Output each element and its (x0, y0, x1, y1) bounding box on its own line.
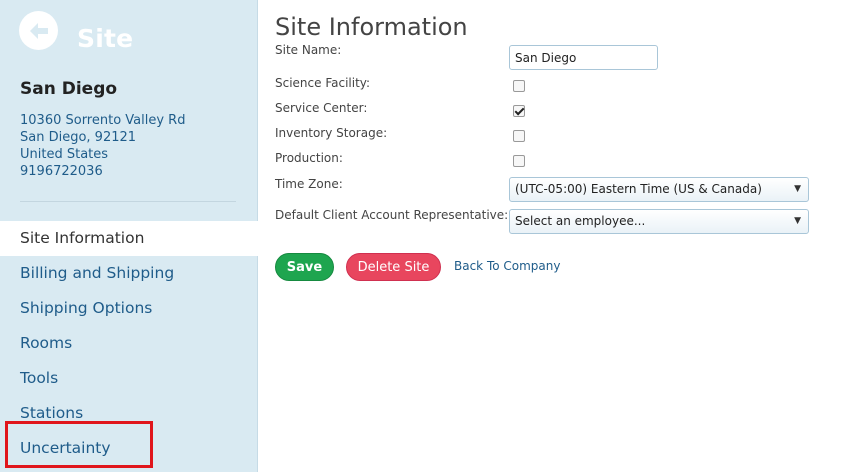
inventory-storage-label: Inventory Storage: (275, 126, 388, 140)
site-name: San Diego (20, 79, 118, 99)
delete-site-button[interactable]: Delete Site (346, 253, 441, 281)
time-zone-value: (UTC-05:00) Eastern Time (US & Canada) (515, 182, 762, 196)
time-zone-select[interactable]: (UTC-05:00) Eastern Time (US & Canada) ▼ (509, 177, 809, 202)
back-to-company-link[interactable]: Back To Company (454, 259, 560, 273)
science-facility-checkbox[interactable] (513, 80, 525, 92)
production-checkbox[interactable] (513, 155, 525, 167)
sidebar-divider (20, 201, 236, 202)
main-content: Site Information Site Name: Science Faci… (275, 0, 835, 472)
sidebar-item-rooms[interactable]: Rooms (0, 326, 258, 361)
account-rep-value: Select an employee... (515, 214, 646, 228)
highlight-box (5, 421, 153, 468)
time-zone-label: Time Zone: (275, 177, 343, 191)
arrow-left-icon (29, 22, 48, 39)
inventory-storage-checkbox[interactable] (513, 130, 525, 142)
sidebar-item-site-information[interactable]: Site Information (0, 221, 259, 256)
site-address: 10360 Sorrento Valley Rd San Diego, 9212… (20, 112, 185, 180)
page-title: Site Information (275, 13, 468, 41)
account-rep-select[interactable]: Select an employee... ▼ (509, 209, 809, 234)
address-line-city: San Diego, 92121 (20, 130, 137, 145)
sidebar-item-tools[interactable]: Tools (0, 361, 258, 396)
address-line-country: United States (20, 147, 109, 162)
address-line-phone: 9196722036 (20, 164, 103, 179)
site-name-input[interactable] (509, 45, 658, 70)
science-facility-label: Science Facility: (275, 76, 371, 90)
caret-down-icon: ▼ (794, 184, 801, 194)
production-label: Production: (275, 151, 343, 165)
site-name-label: Site Name: (275, 43, 342, 57)
account-rep-label: Default Client Account Representative: (275, 208, 509, 222)
sidebar-title: Site (77, 24, 134, 53)
service-center-label: Service Center: (275, 101, 368, 115)
sidebar: Site San Diego 10360 Sorrento Valley Rd … (0, 0, 259, 472)
sidebar-item-billing-and-shipping[interactable]: Billing and Shipping (0, 256, 258, 291)
service-center-checkbox[interactable] (513, 105, 525, 117)
address-line-street: 10360 Sorrento Valley Rd (20, 113, 186, 128)
caret-down-icon: ▼ (794, 216, 801, 226)
sidebar-item-shipping-options[interactable]: Shipping Options (0, 291, 258, 326)
back-button[interactable] (19, 11, 58, 50)
save-button[interactable]: Save (275, 253, 334, 281)
